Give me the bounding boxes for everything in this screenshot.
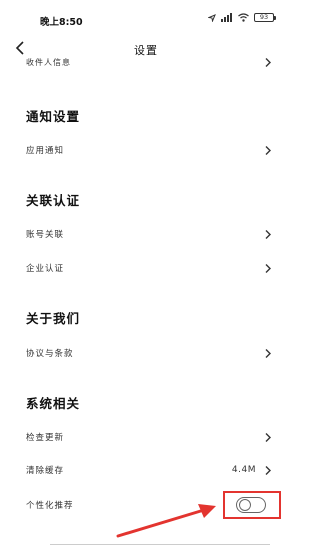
section-title-notifications: 通知设置 bbox=[26, 109, 81, 124]
section-title-system: 系统相关 bbox=[26, 396, 81, 411]
settings-list[interactable]: 收件人信息 通知设置 应用通知 关联认证 账号关联 企业认证 关于我们 协议与条… bbox=[0, 58, 292, 547]
status-time: 晚上8:50 bbox=[40, 17, 83, 28]
location-icon bbox=[208, 13, 216, 22]
list-item-clear-cache[interactable]: 清除缓存 4.4M bbox=[26, 460, 272, 480]
list-item-app-notifications[interactable]: 应用通知 bbox=[26, 140, 272, 160]
section-title-about: 关于我们 bbox=[26, 311, 81, 326]
list-item-check-update[interactable]: 检查更新 bbox=[26, 427, 272, 447]
chevron-right-icon bbox=[264, 263, 272, 273]
list-item-terms[interactable]: 协议与条款 bbox=[26, 343, 272, 363]
chevron-right-icon bbox=[264, 58, 272, 67]
status-bar: 晚上8:50 93 bbox=[0, 0, 292, 30]
chevron-right-icon bbox=[264, 229, 272, 239]
highlight-box bbox=[223, 491, 281, 519]
list-item-label: 协议与条款 bbox=[26, 349, 74, 359]
chevron-right-icon bbox=[264, 348, 272, 358]
list-item-label: 检查更新 bbox=[26, 433, 65, 443]
list-item-label: 收件人信息 bbox=[26, 58, 71, 67]
wifi-icon bbox=[238, 13, 249, 22]
list-item-label: 企业认证 bbox=[26, 264, 65, 274]
page-title: 设置 bbox=[134, 44, 158, 57]
section-title-linking: 关联认证 bbox=[26, 193, 81, 208]
annotation-arrow-icon bbox=[116, 504, 216, 538]
battery-icon: 93 bbox=[254, 13, 276, 22]
signal-icon bbox=[221, 13, 232, 22]
chevron-right-icon bbox=[264, 145, 272, 155]
list-item-label: 账号关联 bbox=[26, 230, 65, 240]
list-item-recipient-info[interactable]: 收件人信息 bbox=[26, 58, 272, 72]
list-item-label: 个性化推荐 bbox=[26, 501, 74, 511]
status-icons: 93 bbox=[208, 13, 276, 22]
list-item-account-linking[interactable]: 账号关联 bbox=[26, 224, 272, 244]
list-item-enterprise-verification[interactable]: 企业认证 bbox=[26, 258, 272, 278]
list-item-label: 应用通知 bbox=[26, 146, 65, 156]
divider bbox=[50, 544, 270, 545]
chevron-right-icon bbox=[264, 432, 272, 442]
row-right: 4.4M bbox=[232, 465, 272, 475]
cache-size-value: 4.4M bbox=[231, 465, 256, 475]
chevron-right-icon bbox=[264, 465, 272, 475]
list-item-label: 清除缓存 bbox=[26, 466, 65, 476]
